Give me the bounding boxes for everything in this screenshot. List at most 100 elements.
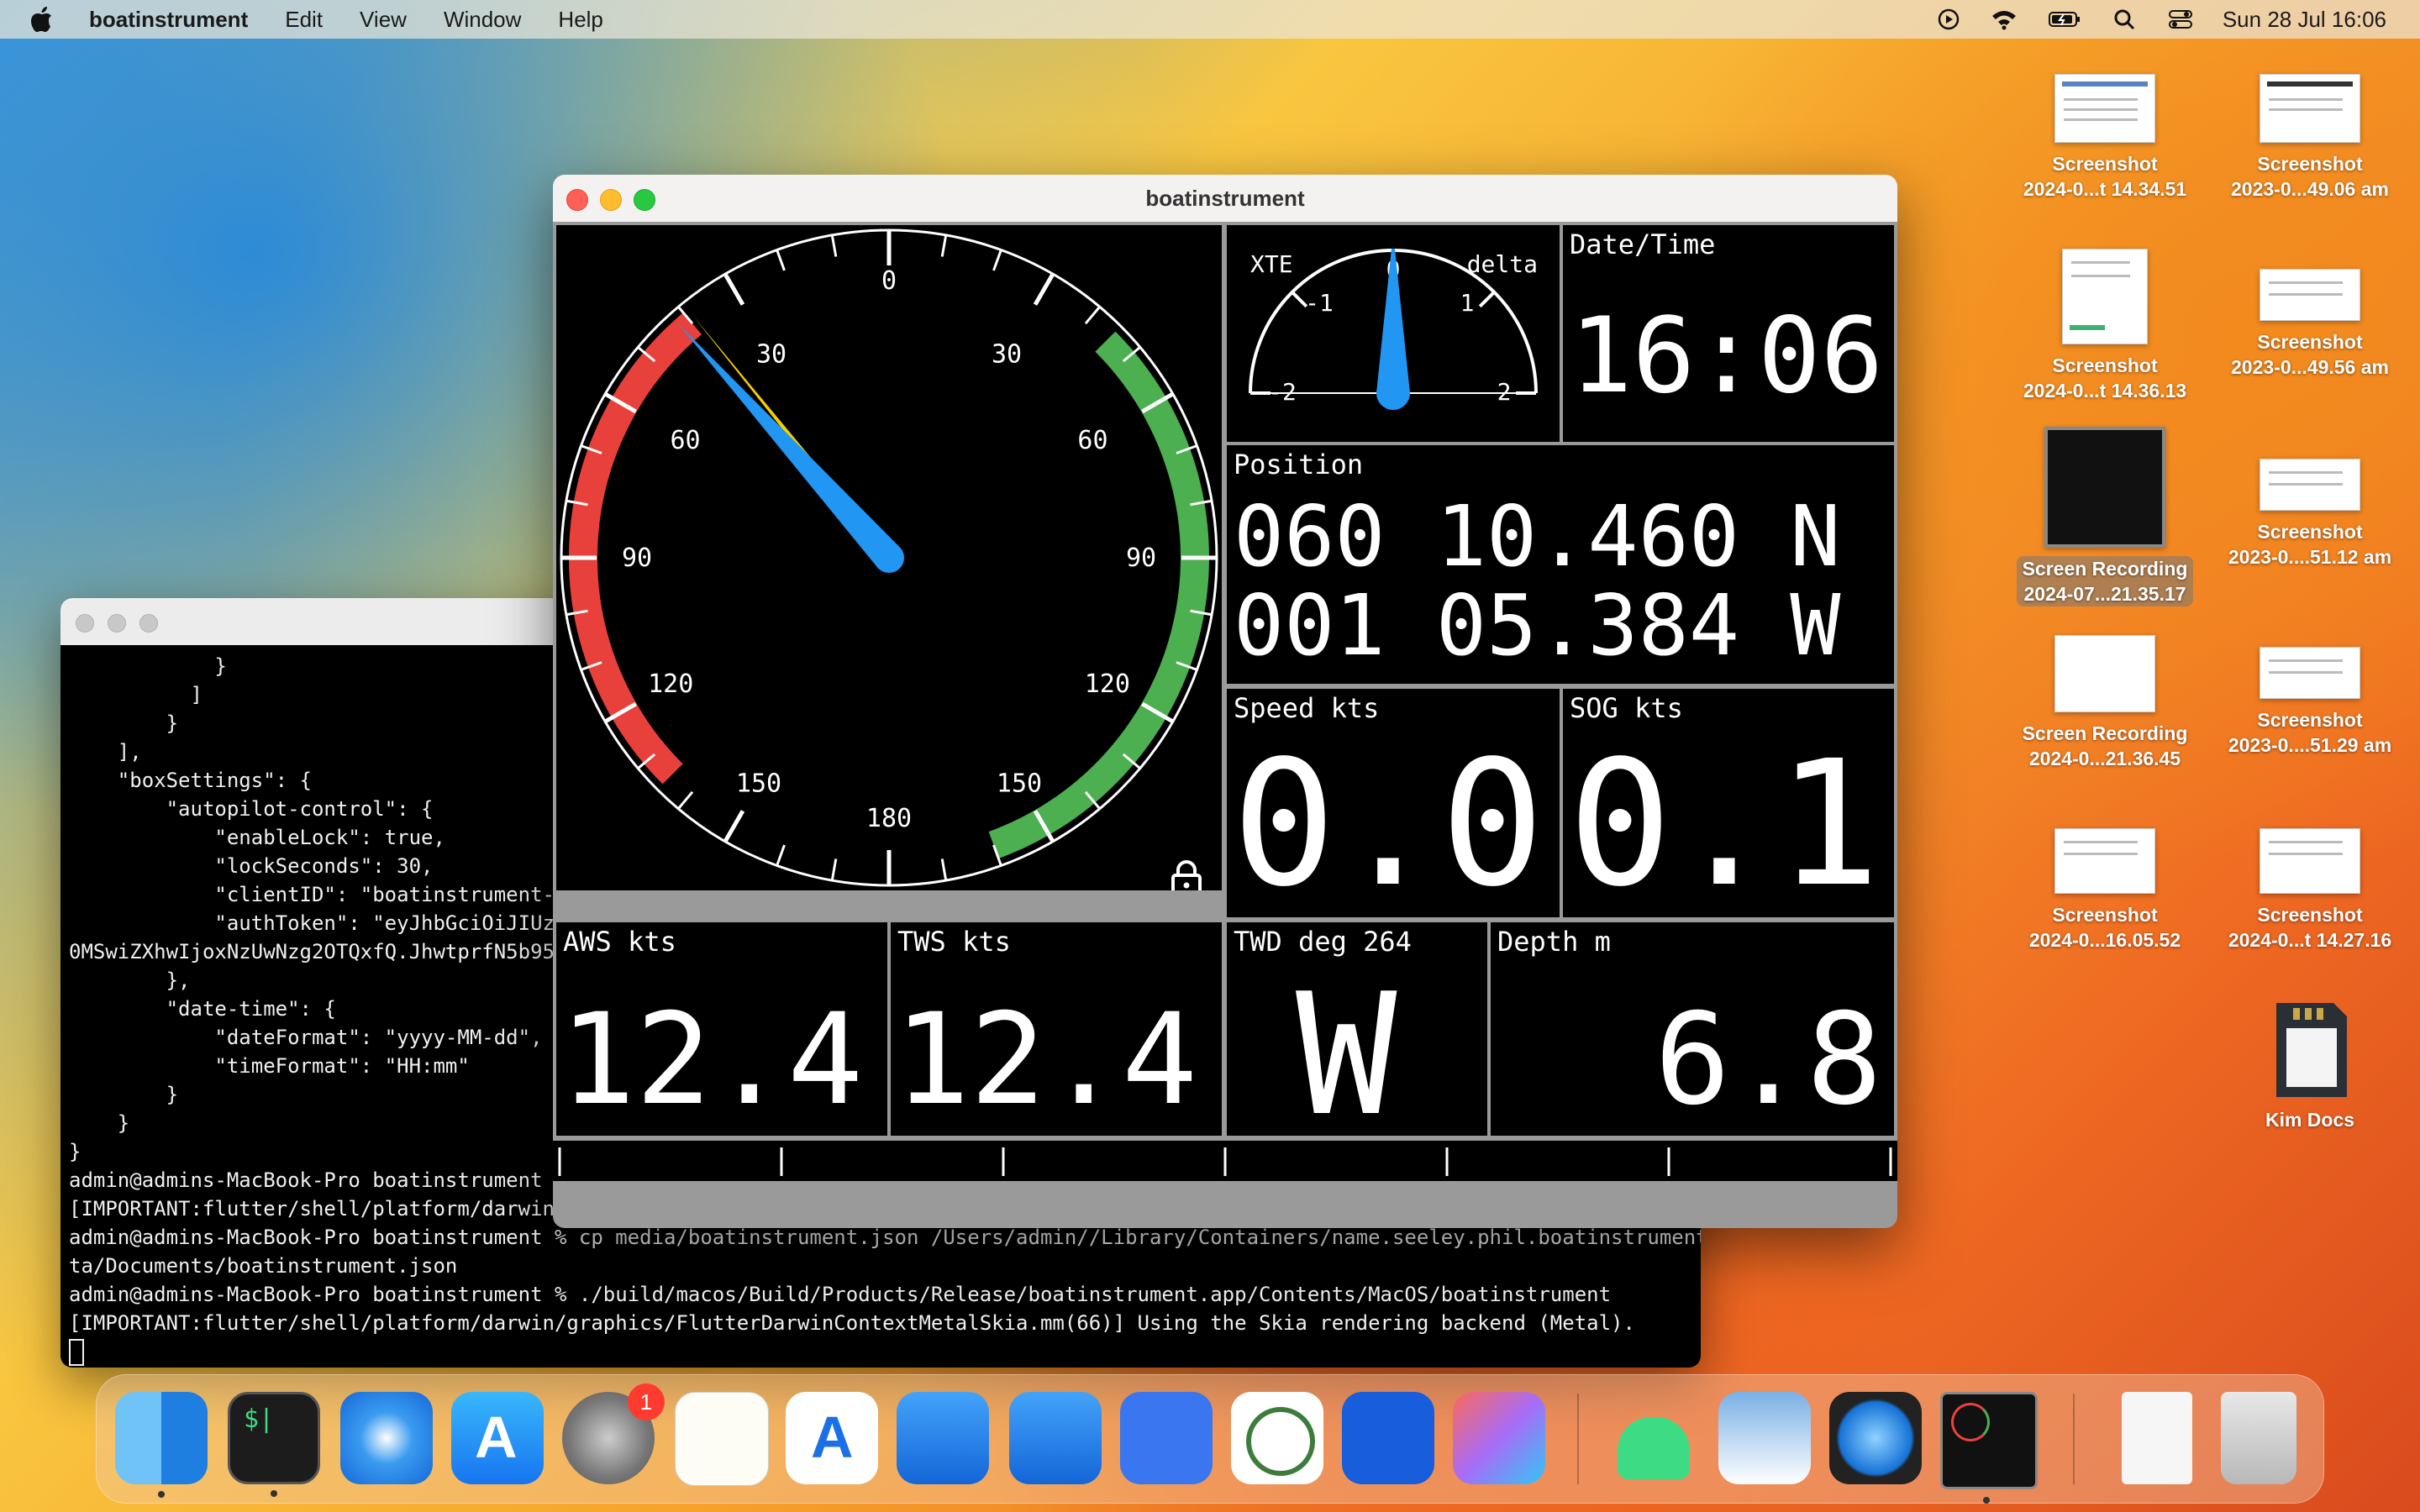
terminal-line: "date-time": { bbox=[69, 997, 336, 1021]
gauge-label: 30 bbox=[756, 340, 786, 370]
file-title: Screenshot bbox=[2257, 331, 2363, 353]
terminal-icon[interactable]: $| bbox=[228, 1392, 320, 1497]
lock-icon[interactable] bbox=[1170, 860, 1203, 890]
trash-icon[interactable] bbox=[2221, 1392, 2296, 1484]
control-center-icon[interactable] bbox=[2167, 8, 2194, 31]
wifi-icon[interactable] bbox=[1991, 8, 2018, 31]
gauge-tick bbox=[830, 234, 838, 257]
tws-title: TWS kts bbox=[897, 926, 1011, 958]
signal-icon[interactable] bbox=[1120, 1392, 1213, 1484]
battery-icon[interactable] bbox=[2046, 8, 2083, 31]
xte-label: 2 bbox=[1497, 378, 1512, 406]
desktop-file[interactable]: Screenshot 2024-0...t 14.34.51 bbox=[2017, 74, 2193, 202]
terminal-line: "lockSeconds": 30, bbox=[69, 854, 434, 878]
menu-clock[interactable]: Sun 28 Jul 16:06 bbox=[2223, 7, 2386, 33]
minimize-button[interactable] bbox=[108, 614, 126, 633]
xte-needle bbox=[1376, 249, 1410, 393]
boatinstrument-dock-icon[interactable] bbox=[1940, 1392, 2038, 1504]
desktop-file[interactable]: Screen Recording 2024-07...21.35.17 bbox=[2017, 427, 2193, 606]
terminal-line: } bbox=[69, 1111, 130, 1135]
screenshot-thumbnail-icon bbox=[2260, 647, 2360, 699]
menu-window[interactable]: Window bbox=[444, 7, 521, 33]
speed-panel[interactable]: Speed kts 0.0 bbox=[1227, 689, 1560, 917]
terminal-line: "clientID": "boatinstrument-a bbox=[69, 883, 567, 906]
app-titlebar[interactable]: boatinstrument bbox=[553, 175, 1897, 222]
minimize-button[interactable] bbox=[600, 189, 622, 211]
zoom-button[interactable] bbox=[139, 614, 158, 633]
tws-value: 12.4 bbox=[894, 987, 1198, 1133]
xte-delta-label: delta bbox=[1466, 250, 1538, 278]
gauge-label: 150 bbox=[736, 769, 781, 798]
xcode-icon[interactable] bbox=[897, 1392, 989, 1484]
instruments-icon[interactable]: A bbox=[786, 1392, 878, 1484]
terminal-cursor bbox=[69, 1339, 84, 1366]
file-subtitle: 2024-07...21.35.17 bbox=[2023, 583, 2186, 605]
position-title: Position bbox=[1234, 449, 1364, 480]
wind-gauge-panel[interactable]: 0 30 30 60 60 90 90 120 120 150 150 180 bbox=[556, 225, 1222, 890]
recording-thumbnail-icon bbox=[2054, 635, 2155, 712]
menu-app-name[interactable]: boatinstrument bbox=[89, 7, 248, 33]
datetime-value: 16:06 bbox=[1570, 296, 1884, 417]
gauge-tick bbox=[723, 273, 745, 306]
twd-panel[interactable]: TWD deg 264 W bbox=[1227, 922, 1487, 1136]
menu-edit[interactable]: Edit bbox=[285, 7, 323, 33]
search-icon[interactable] bbox=[2112, 8, 2139, 31]
android-icon[interactable] bbox=[1607, 1392, 1700, 1484]
keepassxc-icon[interactable] bbox=[1231, 1392, 1323, 1484]
datetime-panel[interactable]: Date/Time 16:06 bbox=[1563, 225, 1894, 442]
close-button[interactable] bbox=[566, 189, 588, 211]
system-settings-icon[interactable]: 1 bbox=[562, 1383, 665, 1484]
launchpad-icon[interactable] bbox=[1453, 1392, 1545, 1484]
speed-title: Speed kts bbox=[1234, 692, 1380, 724]
file-title: Screenshot bbox=[2052, 354, 2158, 376]
position-latitude: 060 10.460 N bbox=[1234, 487, 1841, 585]
recording-thumbnail-icon bbox=[2044, 427, 2165, 548]
screenshot-thumbnail-icon bbox=[2260, 828, 2360, 894]
desktop-file[interactable]: Screenshot 2023-0....51.29 am bbox=[2222, 647, 2398, 758]
desktop-file[interactable]: Screenshot 2024-0...t 14.36.13 bbox=[2017, 249, 2193, 403]
desktop-file[interactable]: Screenshot 2023-0....51.12 am bbox=[2222, 459, 2398, 570]
desktop-file[interactable]: Screenshot 2023-0...49.06 am bbox=[2222, 74, 2398, 202]
close-button[interactable] bbox=[76, 614, 94, 633]
depth-panel[interactable]: Depth m 6.8 bbox=[1491, 922, 1894, 1136]
scale-label: 10 bbox=[1007, 1147, 1035, 1175]
sog-panel[interactable]: SOG kts 0.1 bbox=[1563, 689, 1894, 917]
document-icon[interactable] bbox=[2122, 1392, 2192, 1484]
terminal-line: [IMPORTANT:flutter/shell/platform/darwin… bbox=[69, 1311, 1635, 1335]
datetime-title: Date/Time bbox=[1570, 228, 1716, 260]
desktop-file[interactable]: Screen Recording 2024-0...21.36.45 bbox=[2017, 635, 2193, 771]
file-subtitle: 2023-0...49.56 am bbox=[2231, 356, 2389, 378]
file-subtitle: 2024-0...16.05.52 bbox=[2028, 929, 2181, 951]
preview-icon[interactable] bbox=[1718, 1392, 1811, 1484]
desktop-volume[interactable]: Kim Docs bbox=[2222, 1000, 2398, 1132]
finder-icon[interactable] bbox=[115, 1392, 208, 1498]
bitwarden-icon[interactable] bbox=[1342, 1392, 1434, 1484]
desktop-file[interactable]: Screenshot 2023-0...49.56 am bbox=[2222, 269, 2398, 380]
gauge-label: 180 bbox=[866, 804, 912, 833]
desktop-file[interactable]: Screenshot 2024-0...t 14.27.16 bbox=[2222, 828, 2398, 953]
textedit-icon[interactable] bbox=[675, 1392, 769, 1486]
desktop-file[interactable]: Screenshot 2024-0...16.05.52 bbox=[2017, 828, 2193, 953]
apple-menu-icon[interactable] bbox=[30, 5, 55, 34]
tws-panel[interactable]: TWS kts 12.4 bbox=[891, 922, 1222, 1136]
position-panel[interactable]: Position 060 10.460 N 001 05.384 W bbox=[1227, 445, 1894, 684]
quicktime-icon[interactable] bbox=[1829, 1392, 1922, 1484]
gauge-label: 120 bbox=[1085, 669, 1130, 699]
simulator-icon[interactable] bbox=[1009, 1392, 1102, 1484]
volume-title: Kim Docs bbox=[2265, 1109, 2355, 1131]
menu-view[interactable]: View bbox=[360, 7, 407, 33]
file-title: Screenshot bbox=[2052, 153, 2158, 175]
gauge-tick bbox=[1033, 273, 1055, 306]
notification-badge: 1 bbox=[628, 1383, 665, 1420]
xte-label: 1 bbox=[1460, 289, 1475, 317]
aws-panel[interactable]: AWS kts 12.4 bbox=[556, 922, 887, 1136]
app-store-icon[interactable]: A bbox=[451, 1392, 544, 1484]
file-subtitle: 2023-0....51.12 am bbox=[2228, 546, 2392, 568]
safari-icon[interactable] bbox=[340, 1392, 433, 1484]
screen-record-icon[interactable] bbox=[1935, 8, 1962, 31]
boatinstrument-window[interactable]: boatinstrument 0 30 30 60 60 90 90 120 120 150 150… bbox=[553, 175, 1897, 1228]
gauge-tick bbox=[830, 858, 838, 881]
xte-panel[interactable]: -2-1012 XTE delta bbox=[1227, 225, 1560, 442]
menu-help[interactable]: Help bbox=[558, 7, 602, 33]
zoom-button[interactable] bbox=[634, 189, 655, 211]
